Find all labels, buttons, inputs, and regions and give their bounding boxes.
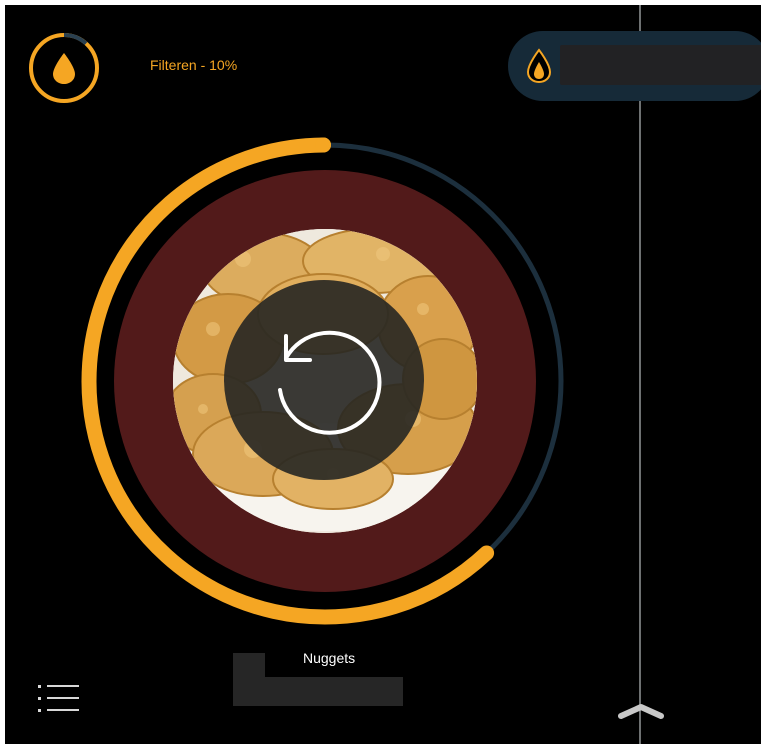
restart-icon — [278, 330, 382, 435]
fryer-screen: Filteren - 10% Nuggets — [5, 5, 761, 744]
filter-ring-remaining — [63, 33, 88, 46]
oil-drop-icon — [526, 48, 552, 84]
oil-status-bar — [560, 45, 761, 85]
filter-progress-ring[interactable] — [27, 31, 101, 105]
expand-button[interactable] — [617, 699, 665, 721]
chevron-up-icon — [618, 704, 664, 719]
list-menu-icon — [38, 685, 79, 712]
menu-button[interactable] — [37, 681, 81, 715]
oil-status-pill[interactable] — [508, 31, 761, 101]
restart-button[interactable] — [224, 280, 424, 480]
filter-ring-graphic — [29, 33, 99, 103]
oil-drop-icon — [53, 53, 75, 84]
product-name: Nuggets — [303, 650, 356, 666]
product-tab-bar — [233, 677, 403, 706]
filter-status-text: Filteren - 10% — [150, 57, 238, 73]
panel-divider — [639, 5, 641, 744]
